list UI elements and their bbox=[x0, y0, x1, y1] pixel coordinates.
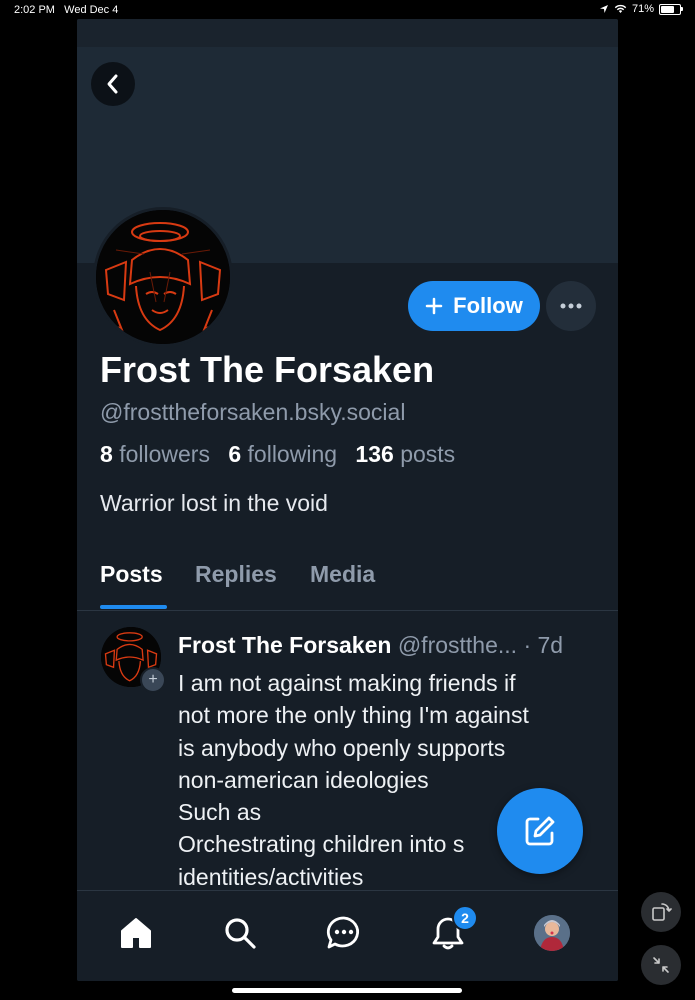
post-author-name[interactable]: Frost The Forsaken bbox=[178, 632, 391, 658]
ellipsis-icon bbox=[560, 303, 582, 309]
back-button[interactable] bbox=[91, 62, 135, 106]
nav-search[interactable] bbox=[220, 913, 260, 953]
profile-tabs: Posts Replies Media bbox=[77, 549, 618, 611]
wifi-icon bbox=[614, 4, 627, 13]
plus-icon bbox=[425, 297, 443, 315]
status-right: 71% bbox=[599, 3, 683, 15]
location-icon bbox=[599, 5, 608, 13]
avatar bbox=[534, 915, 570, 951]
nav-chat[interactable] bbox=[324, 913, 364, 953]
app-window: Follow Frost The Forsaken @frosttheforsa… bbox=[77, 19, 618, 981]
tab-media[interactable]: Media bbox=[310, 561, 375, 588]
nav-home[interactable] bbox=[116, 913, 156, 953]
minimize-button[interactable] bbox=[641, 945, 681, 985]
battery-percent: 71% bbox=[631, 3, 654, 15]
profile-handle: @frosttheforsaken.bsky.social bbox=[100, 399, 406, 425]
status-bar: 2:02 PM Wed Dec 4 71% bbox=[0, 0, 695, 20]
user-avatar-image bbox=[534, 915, 570, 951]
notification-badge: 2 bbox=[452, 905, 478, 931]
battery-icon bbox=[659, 3, 683, 15]
followers-stat[interactable]: 8 followers bbox=[100, 441, 210, 467]
rotate-button[interactable] bbox=[641, 892, 681, 932]
post-timestamp: · 7d bbox=[523, 632, 564, 658]
bottom-navigation: 2 bbox=[77, 890, 618, 981]
tab-posts[interactable]: Posts bbox=[100, 561, 163, 588]
rotate-window-icon bbox=[652, 903, 672, 921]
post-line: I am not against making friends if bbox=[178, 670, 516, 696]
follow-label: Follow bbox=[453, 293, 523, 318]
post-author-handle: @frostthe... bbox=[397, 632, 518, 658]
tab-replies[interactable]: Replies bbox=[195, 561, 277, 588]
nav-profile[interactable] bbox=[532, 913, 572, 953]
collapse-arrows-icon bbox=[653, 957, 669, 973]
search-icon bbox=[225, 918, 256, 949]
follow-author-plus-icon[interactable]: + bbox=[140, 667, 166, 693]
chevron-left-icon bbox=[107, 74, 118, 94]
follow-button[interactable]: Follow bbox=[408, 281, 540, 331]
display-name: Frost The Forsaken bbox=[100, 349, 435, 390]
profile-avatar[interactable] bbox=[93, 207, 233, 347]
following-stat[interactable]: 6 following bbox=[228, 441, 337, 467]
profile-bio: Warrior lost in the void bbox=[100, 490, 328, 516]
compose-icon bbox=[525, 816, 555, 846]
profile-stats: 8 followers 6 following 136 posts bbox=[100, 441, 455, 468]
posts-stat: 136 posts bbox=[355, 441, 456, 467]
post-line: not more the only thing I'm against bbox=[178, 702, 529, 729]
home-icon bbox=[121, 918, 151, 948]
active-tab-indicator bbox=[100, 605, 167, 609]
status-time: 2:02 PM Wed Dec 4 bbox=[14, 4, 119, 16]
post-header: Frost The Forsaken @frostthe... · 7d bbox=[178, 632, 563, 659]
chat-icon bbox=[326, 916, 360, 949]
nav-notifications[interactable]: 2 bbox=[428, 905, 478, 953]
warrior-avatar-image bbox=[96, 210, 230, 344]
top-strip bbox=[77, 19, 618, 47]
more-options-button[interactable] bbox=[546, 281, 596, 331]
post-line: is anybody who openly supports bbox=[178, 734, 506, 761]
compose-button[interactable] bbox=[497, 788, 583, 874]
home-indicator[interactable] bbox=[232, 988, 462, 993]
